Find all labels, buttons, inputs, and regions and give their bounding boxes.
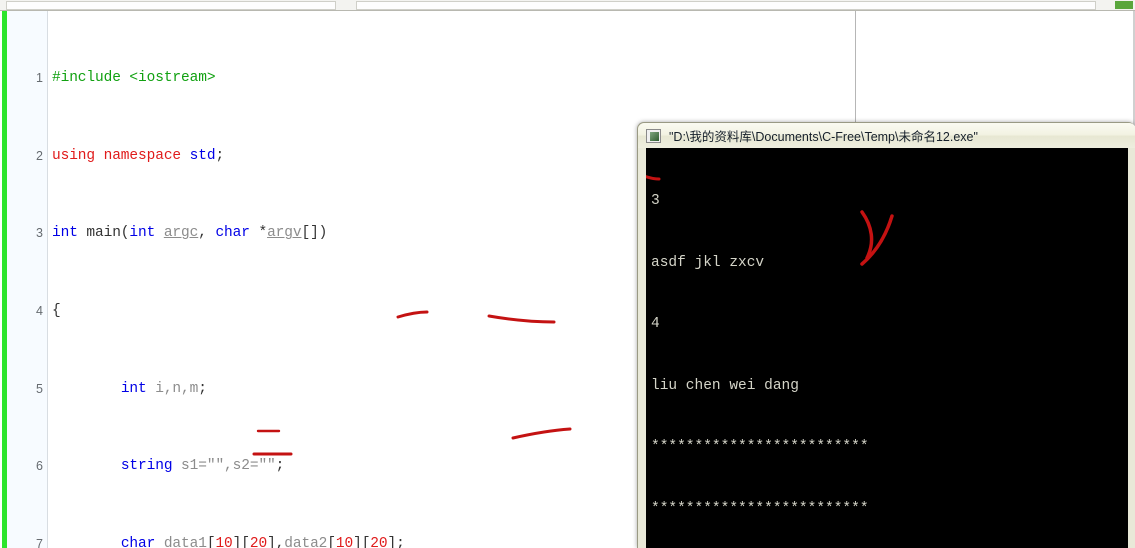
line-number: 4 [36, 304, 43, 319]
console-line: 3 [651, 193, 660, 209]
ide-toolbar [0, 0, 1135, 11]
line-number: 5 [36, 381, 43, 396]
line-text: char data1[10][20],data2[10][20]; [120, 535, 405, 548]
line-text: #include <iostream> [52, 70, 216, 87]
console-line: 4 [651, 316, 660, 332]
console-window[interactable]: "D:\我的资料库\Documents\C-Free\Temp\未命名12.ex… [637, 122, 1135, 548]
console-text: 3 asdf jkl zxcv 4 liu chen wei dang ****… [651, 150, 869, 548]
console-titlebar[interactable]: "D:\我的资料库\Documents\C-Free\Temp\未命名12.ex… [638, 123, 1135, 148]
line-text: string s1="",s2=""; [120, 458, 285, 475]
line-number: 6 [36, 459, 43, 474]
console-title: "D:\我的资料库\Documents\C-Free\Temp\未命名12.ex… [669, 130, 978, 144]
console-line: ************************* [651, 439, 869, 455]
toolbar-field-left[interactable] [6, 1, 336, 10]
toolbar-field-right[interactable] [356, 1, 1096, 10]
line-number: 7 [36, 536, 43, 548]
console-window-icon [646, 128, 661, 143]
console-output-area[interactable]: 3 asdf jkl zxcv 4 liu chen wei dang ****… [646, 148, 1128, 548]
screen-root: 1 #include <iostream> 2 using namespace st… [0, 0, 1135, 548]
console-line: ************************* [651, 500, 869, 517]
toolbar-green-indicator [1115, 1, 1133, 9]
line-text: using namespace std; [52, 147, 225, 164]
code-line: 1 #include <iostream> [0, 69, 1135, 88]
line-text: int main(int argc, char *argv[]) [52, 225, 328, 242]
console-line: asdf jkl zxcv [651, 254, 765, 271]
line-text: int i,n,m; [120, 380, 207, 397]
console-line: liu chen wei dang [651, 377, 799, 394]
line-number: 2 [36, 148, 43, 163]
line-number: 1 [36, 71, 43, 86]
line-text: { [52, 303, 61, 320]
line-number: 3 [36, 226, 43, 241]
